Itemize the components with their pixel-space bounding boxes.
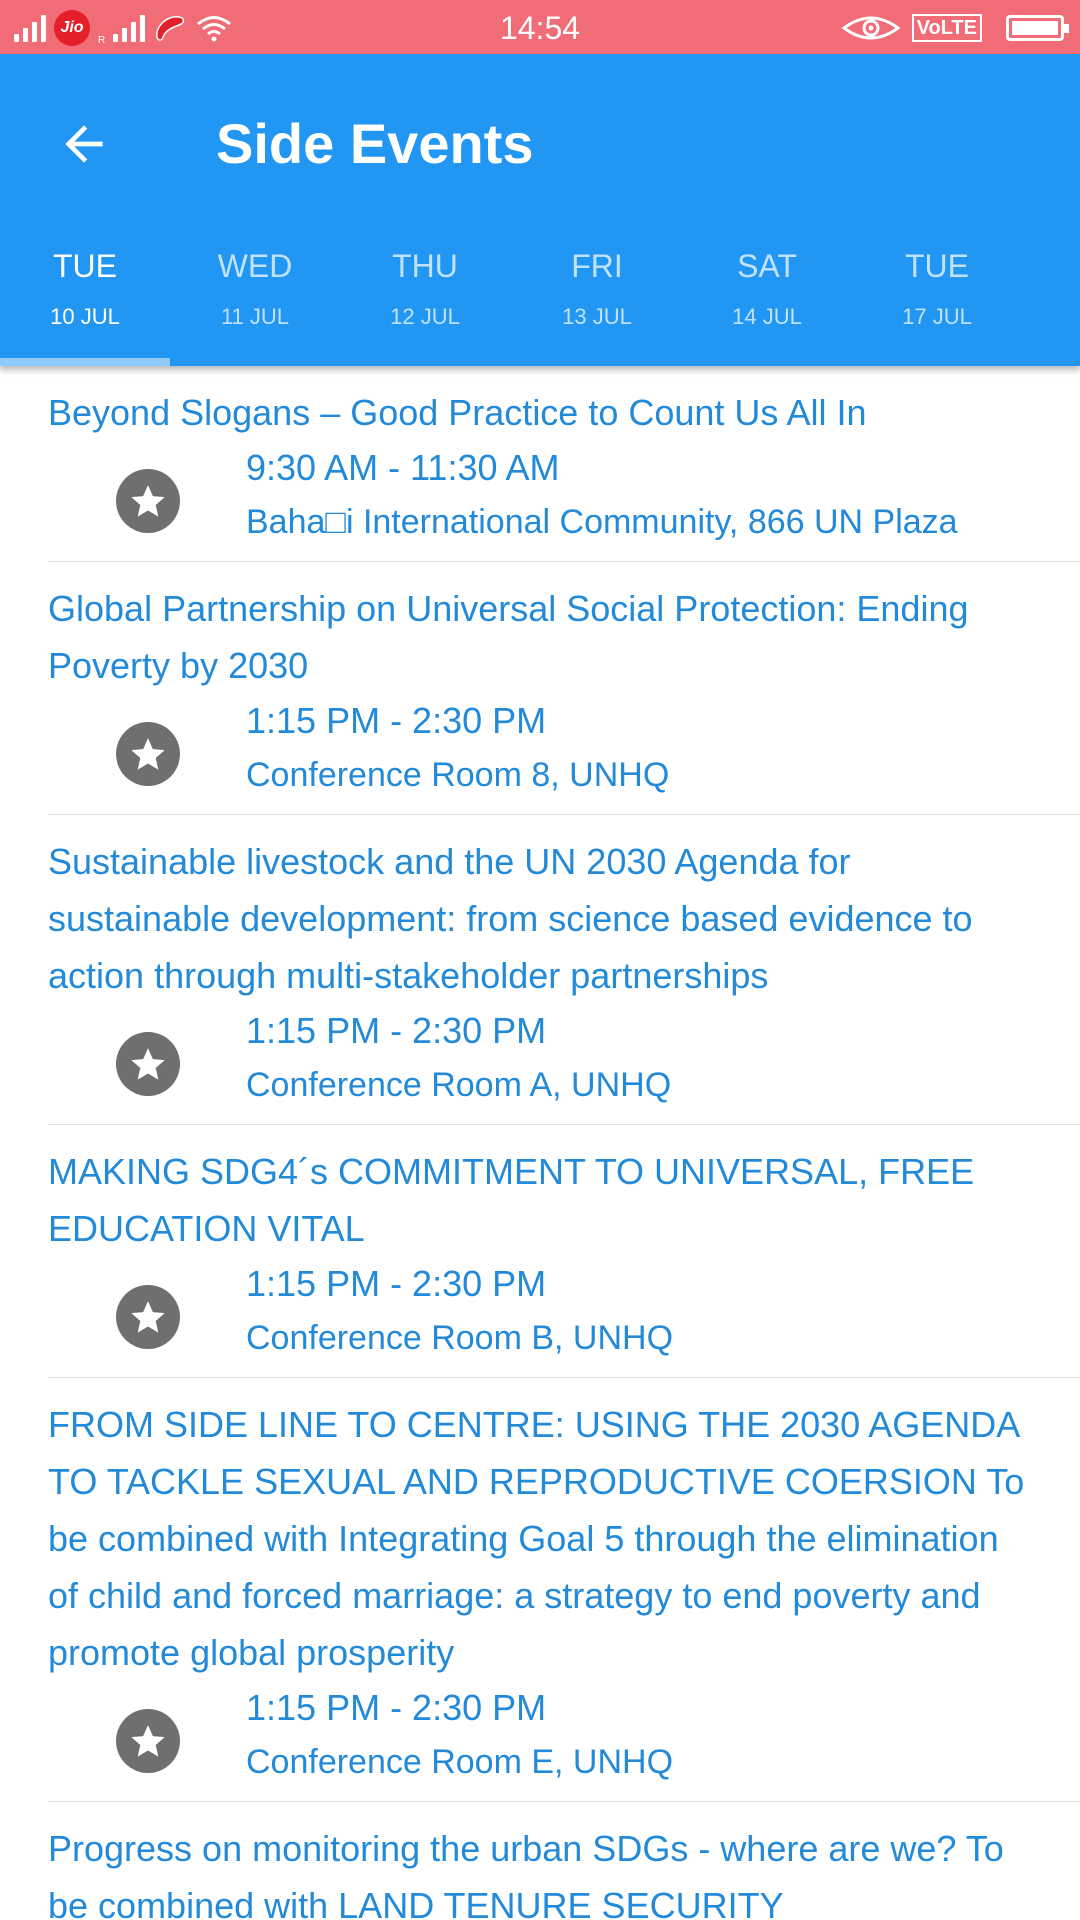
event-meta: 9:30 AM - 11:30 AM Baha□i International … xyxy=(48,441,1080,561)
tab-day-label: TUE xyxy=(905,248,969,284)
event-item[interactable]: Global Partnership on Universal Social P… xyxy=(48,562,1080,815)
favorite-button[interactable] xyxy=(116,1709,180,1773)
tab-thu-12-jul[interactable]: THU 12 JUL xyxy=(340,222,510,366)
event-time: 9:30 AM - 11:30 AM xyxy=(246,447,560,488)
tab-day-label: TUE xyxy=(53,248,117,284)
star-icon xyxy=(131,1301,165,1333)
event-item[interactable]: MAKING SDG4´s COMMITMENT TO UNIVERSAL, F… xyxy=(48,1125,1080,1378)
tab-wed-11-jul[interactable]: WED 11 JUL xyxy=(170,222,340,366)
event-time: 1:15 PM - 2:30 PM xyxy=(246,1010,547,1051)
date-tab-bar: TUE 10 JUL WED 11 JUL THU 12 JUL FRI 13 … xyxy=(0,222,1080,366)
event-location: Conference Room A, UNHQ xyxy=(246,1066,672,1104)
star-icon xyxy=(131,1048,165,1080)
arrow-back-icon xyxy=(65,125,103,163)
tab-next-partial[interactable]: W 1 xyxy=(1022,222,1080,366)
tab-fri-13-jul[interactable]: FRI 13 JUL xyxy=(512,222,682,366)
event-location: Baha□i International Community, 866 UN P… xyxy=(246,503,958,541)
page-title: Side Events xyxy=(216,112,534,175)
tab-date-label: 11 JUL xyxy=(220,304,290,329)
tab-sat-14-jul[interactable]: SAT 14 JUL xyxy=(682,222,852,366)
active-tab-indicator xyxy=(0,358,170,366)
event-meta: 1:15 PM - 2:30 PM Conference Room B, UNH… xyxy=(48,1257,1080,1377)
event-time: 1:15 PM - 2:30 PM xyxy=(246,700,547,741)
favorite-button[interactable] xyxy=(116,722,180,786)
tab-day-label: SAT xyxy=(737,248,797,284)
tab-day-label: WED xyxy=(217,248,293,284)
back-button[interactable] xyxy=(38,98,130,190)
event-time: 1:15 PM - 2:30 PM xyxy=(246,1263,547,1304)
status-bar: Jio R 14:54 VoLTE xyxy=(0,0,1080,54)
event-location: Conference Room B, UNHQ xyxy=(246,1319,674,1357)
star-icon xyxy=(131,1725,165,1757)
battery-icon xyxy=(1006,15,1069,41)
tab-date-label: 12 JUL xyxy=(390,304,460,329)
star-icon xyxy=(131,738,165,770)
tab-day-label: FRI xyxy=(571,248,623,284)
app-bar: Side Events xyxy=(0,54,1080,222)
tab-date-label: 1 xyxy=(1022,304,1080,330)
tab-date-label: 10 JUL xyxy=(50,304,120,329)
event-item[interactable]: Progress on monitoring the urban SDGs - … xyxy=(48,1802,1080,1920)
event-title[interactable]: FROM SIDE LINE TO CENTRE: USING THE 2030… xyxy=(48,1378,1080,1681)
volte-badge: VoLTE xyxy=(911,14,982,42)
event-meta: 1:15 PM - 2:30 PM Conference Room E, UNH… xyxy=(48,1681,1080,1801)
event-location: Conference Room E, UNHQ xyxy=(246,1743,674,1781)
event-title[interactable]: Progress on monitoring the urban SDGs - … xyxy=(48,1802,1080,1920)
tab-date-label: 14 JUL xyxy=(732,304,802,329)
tab-day-label: W xyxy=(1022,248,1080,285)
favorite-button[interactable] xyxy=(116,1032,180,1096)
tab-date-label: 17 JUL xyxy=(902,304,972,329)
event-location: Conference Room 8, UNHQ xyxy=(246,756,670,794)
event-title[interactable]: Beyond Slogans – Good Practice to Count … xyxy=(48,366,1080,441)
event-item[interactable]: FROM SIDE LINE TO CENTRE: USING THE 2030… xyxy=(48,1378,1080,1802)
event-meta: 1:15 PM - 2:30 PM Conference Room A, UNH… xyxy=(48,1004,1080,1124)
event-item[interactable]: Beyond Slogans – Good Practice to Count … xyxy=(48,366,1080,562)
tab-tue-10-jul[interactable]: TUE 10 JUL xyxy=(0,222,170,366)
event-meta: 1:15 PM - 2:30 PM Conference Room 8, UNH… xyxy=(48,694,1080,814)
tab-day-label: THU xyxy=(392,248,458,284)
event-list[interactable]: Beyond Slogans – Good Practice to Count … xyxy=(0,366,1080,1920)
event-title[interactable]: Global Partnership on Universal Social P… xyxy=(48,562,1080,694)
tab-tue-17-jul[interactable]: TUE 17 JUL xyxy=(852,222,1022,366)
status-right-icons: VoLTE xyxy=(840,8,1069,48)
event-item[interactable]: Sustainable livestock and the UN 2030 Ag… xyxy=(48,815,1080,1125)
eye-comfort-icon xyxy=(841,16,901,40)
favorite-button[interactable] xyxy=(116,1285,180,1349)
tab-date-label: 13 JUL xyxy=(562,304,632,329)
event-time: 1:15 PM - 2:30 PM xyxy=(246,1687,547,1728)
favorite-button[interactable] xyxy=(116,469,180,533)
event-title[interactable]: MAKING SDG4´s COMMITMENT TO UNIVERSAL, F… xyxy=(48,1125,1080,1257)
event-title[interactable]: Sustainable livestock and the UN 2030 Ag… xyxy=(48,815,1080,1004)
star-icon xyxy=(131,485,165,517)
